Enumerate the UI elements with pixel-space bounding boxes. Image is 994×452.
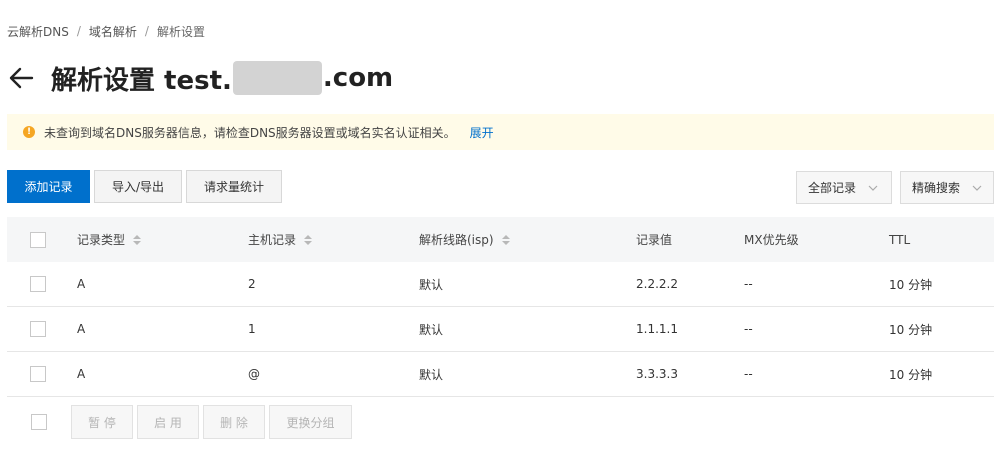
notice-text: 未查询到域名DNS服务器信息，请检查DNS服务器设置或域名实名认证相关。 <box>44 125 456 140</box>
breadcrumb-dns[interactable]: 云解析DNS <box>7 23 69 40</box>
cell-record-type: A <box>77 277 86 291</box>
header-mx-priority: MX优先级 <box>744 233 799 247</box>
row-checkbox[interactable] <box>30 366 46 382</box>
change-group-button[interactable]: 更换分组 <box>269 405 352 439</box>
chevron-down-icon <box>972 185 982 191</box>
breadcrumb-separator: / <box>76 24 81 38</box>
warning-icon: ! <box>23 126 35 138</box>
import-export-button[interactable]: 导入/导出 <box>94 170 182 203</box>
page-title: 解析设置 test. .com <box>51 60 393 97</box>
header-host-record-label: 主机记录 <box>248 233 297 247</box>
cell-mx-priority: -- <box>744 367 753 381</box>
cell-resolution-line: 默认 <box>419 322 444 337</box>
header-ttl: TTL <box>889 232 911 247</box>
table-row: A @ 默认 3.3.3.3 -- 10 分钟 <box>7 352 994 397</box>
breadcrumb-resolution-settings: 解析设置 <box>156 24 205 39</box>
add-record-button[interactable]: 添加记录 <box>7 170 90 203</box>
cell-record-value: 3.3.3.3 <box>636 367 678 381</box>
select-all-checkbox[interactable] <box>30 231 46 248</box>
table-row: A 1 默认 1.1.1.1 -- 10 分钟 <box>7 307 994 352</box>
back-arrow-icon[interactable] <box>7 64 35 92</box>
batch-actions-bar: 暂 停 启 用 删 除 更换分组 <box>7 405 994 439</box>
header-host-record[interactable]: 主机记录 <box>248 217 313 262</box>
cell-ttl: 10 分钟 <box>889 367 933 382</box>
search-mode-value: 精确搜索 <box>912 181 961 195</box>
chevron-down-icon <box>868 185 878 191</box>
cell-host-record: @ <box>248 367 260 381</box>
cell-resolution-line: 默认 <box>419 277 444 292</box>
breadcrumb: 云解析DNS / 域名解析 / 解析设置 <box>7 23 205 39</box>
record-filter-select[interactable]: 全部记录 <box>796 171 892 204</box>
batch-select-checkbox[interactable] <box>31 414 47 430</box>
header-record-type-label: 记录类型 <box>77 233 126 247</box>
header-resolution-line-label: 解析线路(isp) <box>419 233 494 247</box>
sort-icon[interactable] <box>304 234 313 245</box>
page-title-suffix: .com <box>322 63 394 93</box>
cell-mx-priority: -- <box>744 322 753 336</box>
cell-host-record: 2 <box>248 277 256 291</box>
cell-record-type: A <box>77 322 86 336</box>
breadcrumb-separator: / <box>144 24 149 38</box>
title-row: 解析设置 test. .com <box>7 58 393 98</box>
enable-button[interactable]: 启 用 <box>137 405 199 439</box>
dns-records-table: 记录类型 主机记录 解析线路(isp) 记录值 MX优先级 TTL A 2 默认… <box>7 217 994 397</box>
sort-icon[interactable] <box>501 234 510 245</box>
cell-ttl: 10 分钟 <box>889 322 933 337</box>
table-row: A 2 默认 2.2.2.2 -- 10 分钟 <box>7 262 994 307</box>
cell-record-value: 1.1.1.1 <box>636 322 678 336</box>
header-record-value: 记录值 <box>636 233 673 247</box>
request-stats-button[interactable]: 请求量统计 <box>186 170 282 203</box>
expand-link[interactable]: 展开 <box>470 124 494 141</box>
cell-ttl: 10 分钟 <box>889 277 933 292</box>
cell-resolution-line: 默认 <box>419 367 444 382</box>
cell-host-record: 1 <box>248 322 256 336</box>
sort-icon[interactable] <box>133 234 142 245</box>
delete-button[interactable]: 删 除 <box>203 405 265 439</box>
cell-mx-priority: -- <box>744 277 753 291</box>
cell-record-value: 2.2.2.2 <box>636 277 678 291</box>
header-record-type[interactable]: 记录类型 <box>77 217 142 262</box>
select-all-cell <box>30 217 46 262</box>
search-mode-select[interactable]: 精确搜索 <box>900 171 994 204</box>
page-title-prefix: 解析设置 test. <box>51 65 232 96</box>
pause-button[interactable]: 暂 停 <box>71 405 133 439</box>
breadcrumb-domain-resolution[interactable]: 域名解析 <box>89 23 137 40</box>
row-checkbox[interactable] <box>30 276 46 292</box>
header-resolution-line[interactable]: 解析线路(isp) <box>419 217 510 262</box>
table-header: 记录类型 主机记录 解析线路(isp) 记录值 MX优先级 TTL <box>7 217 994 262</box>
redacted-domain-mask <box>232 61 322 95</box>
record-filter-value: 全部记录 <box>808 181 857 195</box>
dns-warning-notice: ! 未查询到域名DNS服务器信息，请检查DNS服务器设置或域名实名认证相关。 展… <box>7 114 994 150</box>
row-checkbox[interactable] <box>30 321 46 337</box>
cell-record-type: A <box>77 367 86 381</box>
